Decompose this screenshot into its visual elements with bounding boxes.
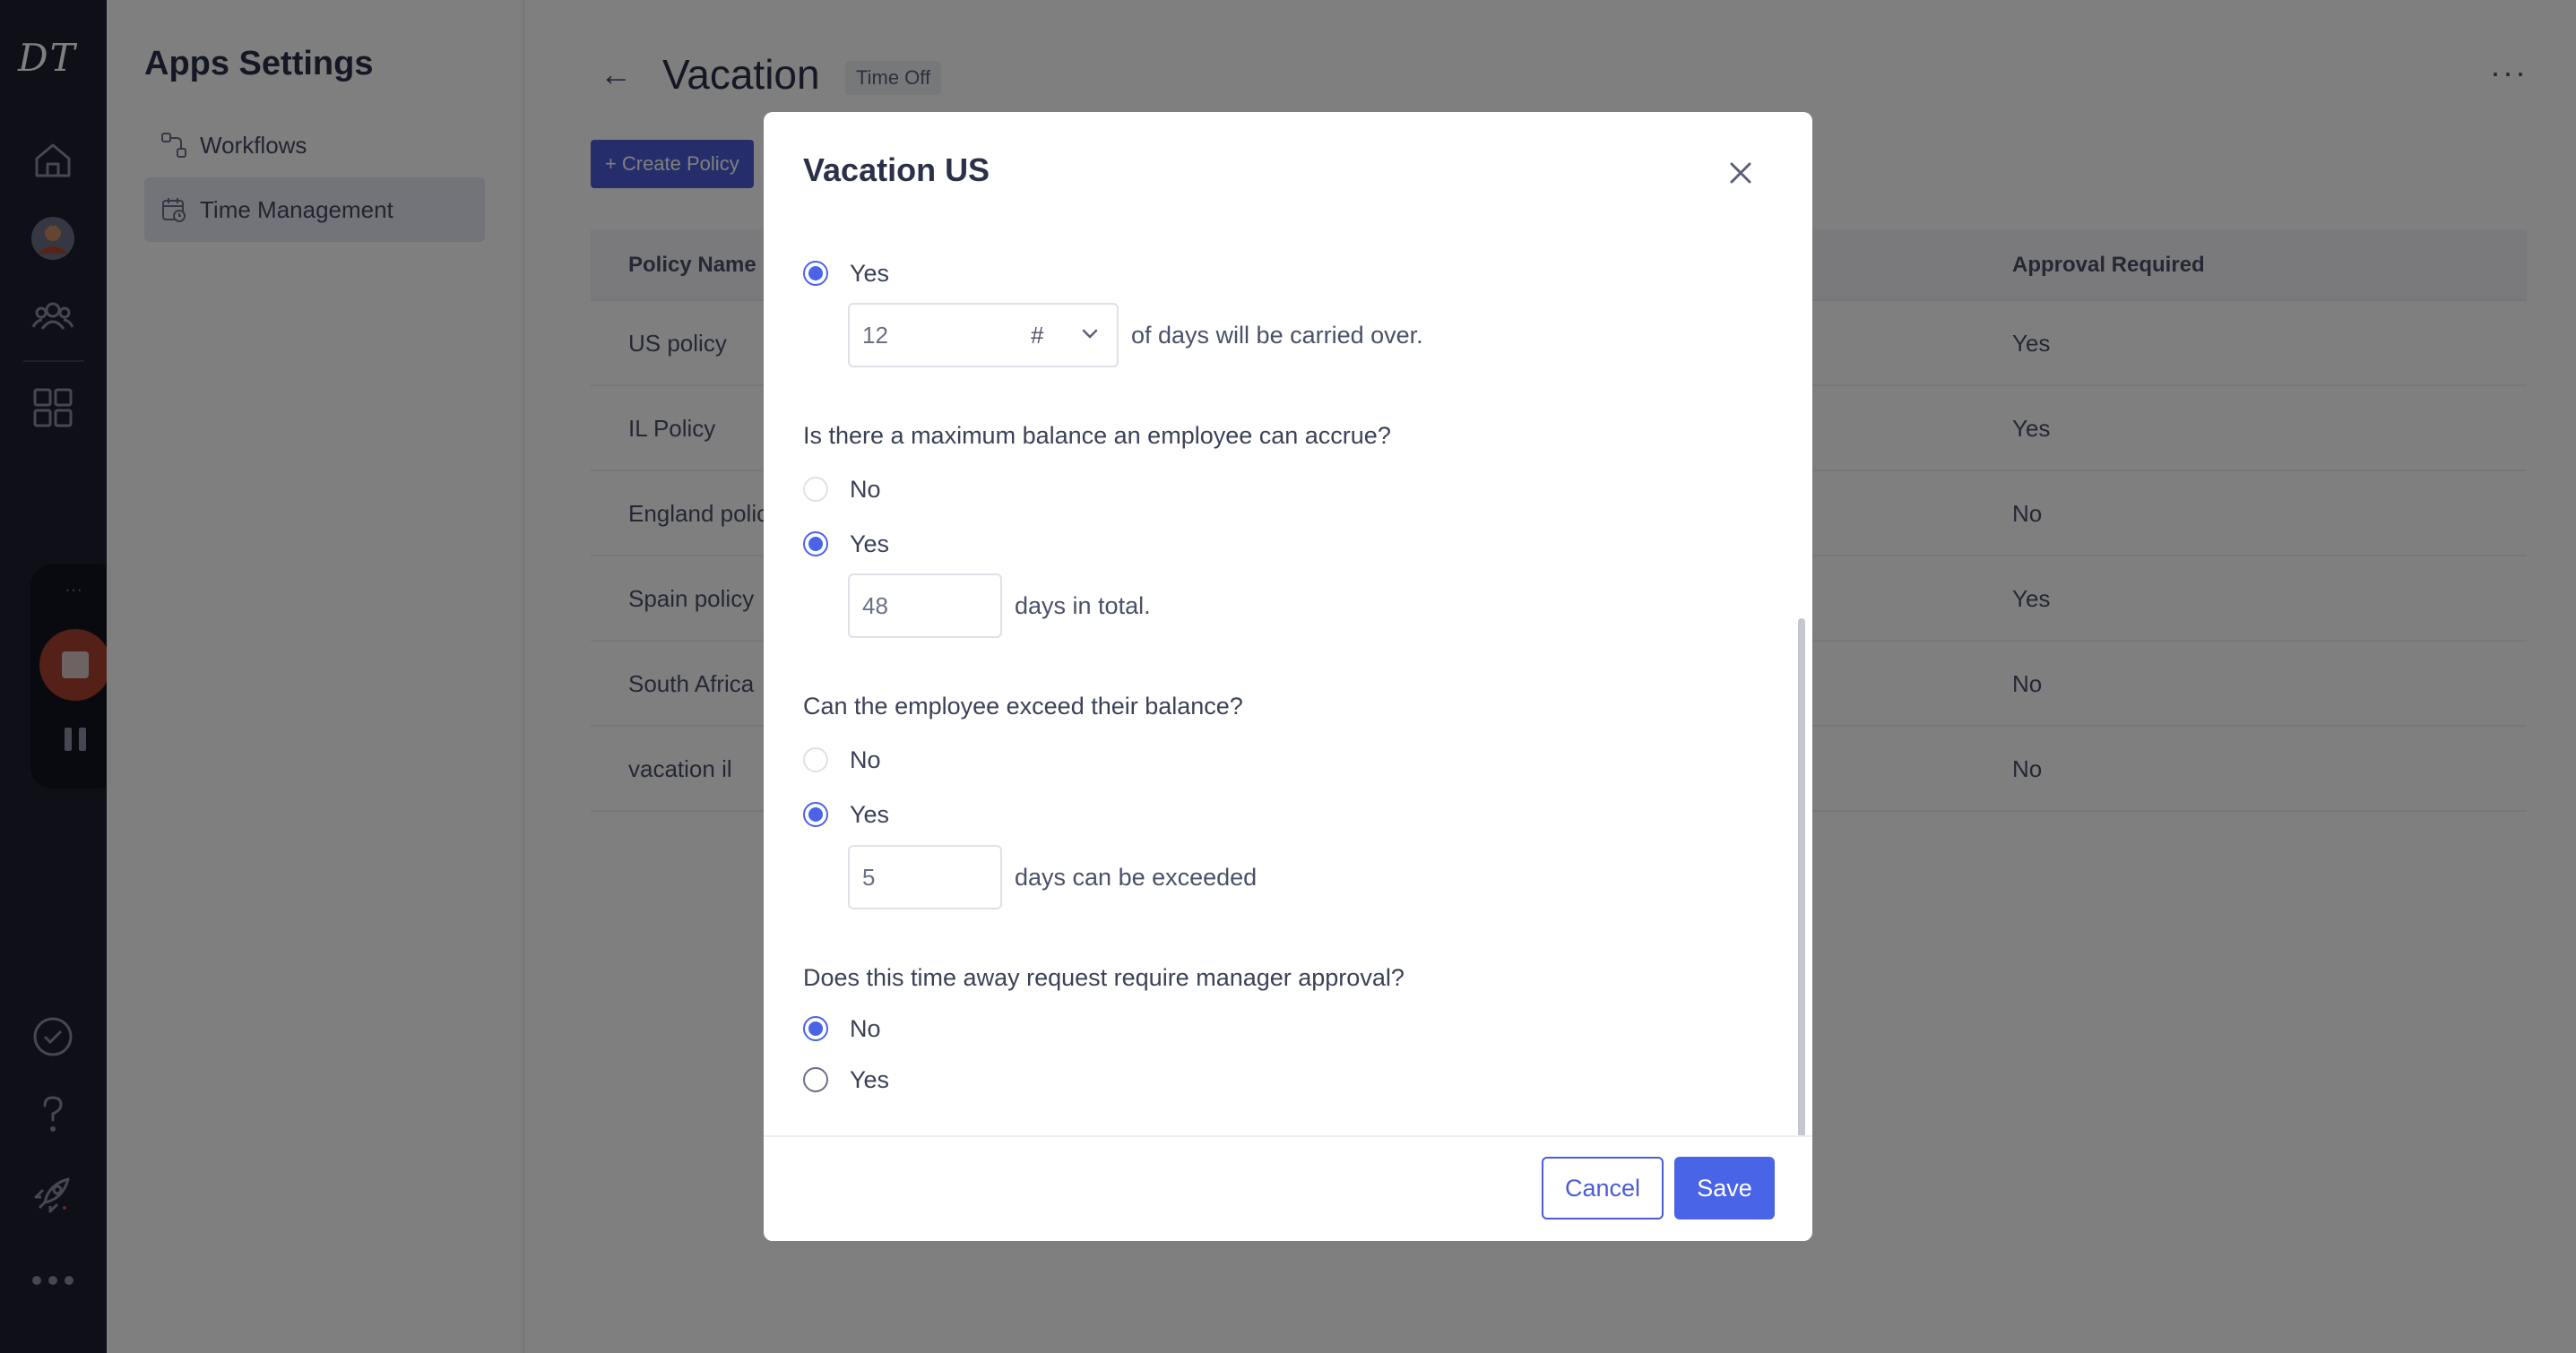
max-balance-no-option[interactable]: No — [803, 471, 881, 507]
exceed-balance-no-option[interactable]: No — [803, 742, 881, 778]
radio-button[interactable] — [803, 747, 828, 772]
radio-button[interactable] — [803, 261, 828, 286]
radio-button[interactable] — [803, 802, 828, 827]
cancel-button[interactable]: Cancel — [1542, 1157, 1664, 1219]
option-label: No — [850, 745, 881, 773]
chevron-down-icon — [1082, 329, 1098, 339]
option-label: Yes — [850, 530, 890, 557]
policy-modal: Vacation US Yes 12 # of days will be car… — [764, 112, 1812, 1241]
modal-scrollbar[interactable] — [1798, 618, 1805, 1138]
manager-approval-yes-option[interactable]: Yes — [803, 1062, 889, 1098]
radio-button[interactable] — [803, 1067, 828, 1092]
max-balance-suffix: days in total. — [1015, 592, 1151, 619]
carryover-yes-option[interactable]: Yes — [803, 255, 889, 291]
carryover-days-input[interactable]: 12 — [848, 303, 1007, 367]
exceed-balance-yes-option[interactable]: Yes — [803, 797, 889, 832]
option-label: No — [850, 1014, 881, 1042]
radio-button[interactable] — [803, 531, 828, 556]
modal-title: Vacation US — [803, 151, 990, 188]
exceed-balance-suffix: days can be exceeded — [1015, 864, 1258, 891]
manager-approval-no-option[interactable]: No — [803, 1011, 881, 1047]
option-label: Yes — [850, 1065, 890, 1093]
carryover-unit-select[interactable]: # — [1006, 303, 1119, 367]
max-balance-question: Is there a maximum balance an employee c… — [803, 422, 1391, 449]
option-label: Yes — [850, 259, 890, 287]
option-label: Yes — [850, 800, 890, 828]
close-icon[interactable] — [1723, 155, 1759, 191]
save-button[interactable]: Save — [1674, 1157, 1775, 1219]
exceed-balance-question: Can the employee exceed their balance? — [803, 693, 1243, 720]
radio-button[interactable] — [803, 477, 828, 502]
manager-approval-question: Does this time away request require mana… — [803, 964, 1405, 991]
exceed-balance-days-input[interactable]: 5 — [848, 845, 1002, 909]
carryover-suffix: of days will be carried over. — [1131, 322, 1423, 349]
radio-button[interactable] — [803, 1016, 828, 1041]
unit-value: # — [1031, 321, 1044, 349]
max-balance-yes-option[interactable]: Yes — [803, 526, 889, 562]
option-label: No — [850, 475, 881, 503]
max-balance-days-input[interactable]: 48 — [848, 573, 1002, 638]
